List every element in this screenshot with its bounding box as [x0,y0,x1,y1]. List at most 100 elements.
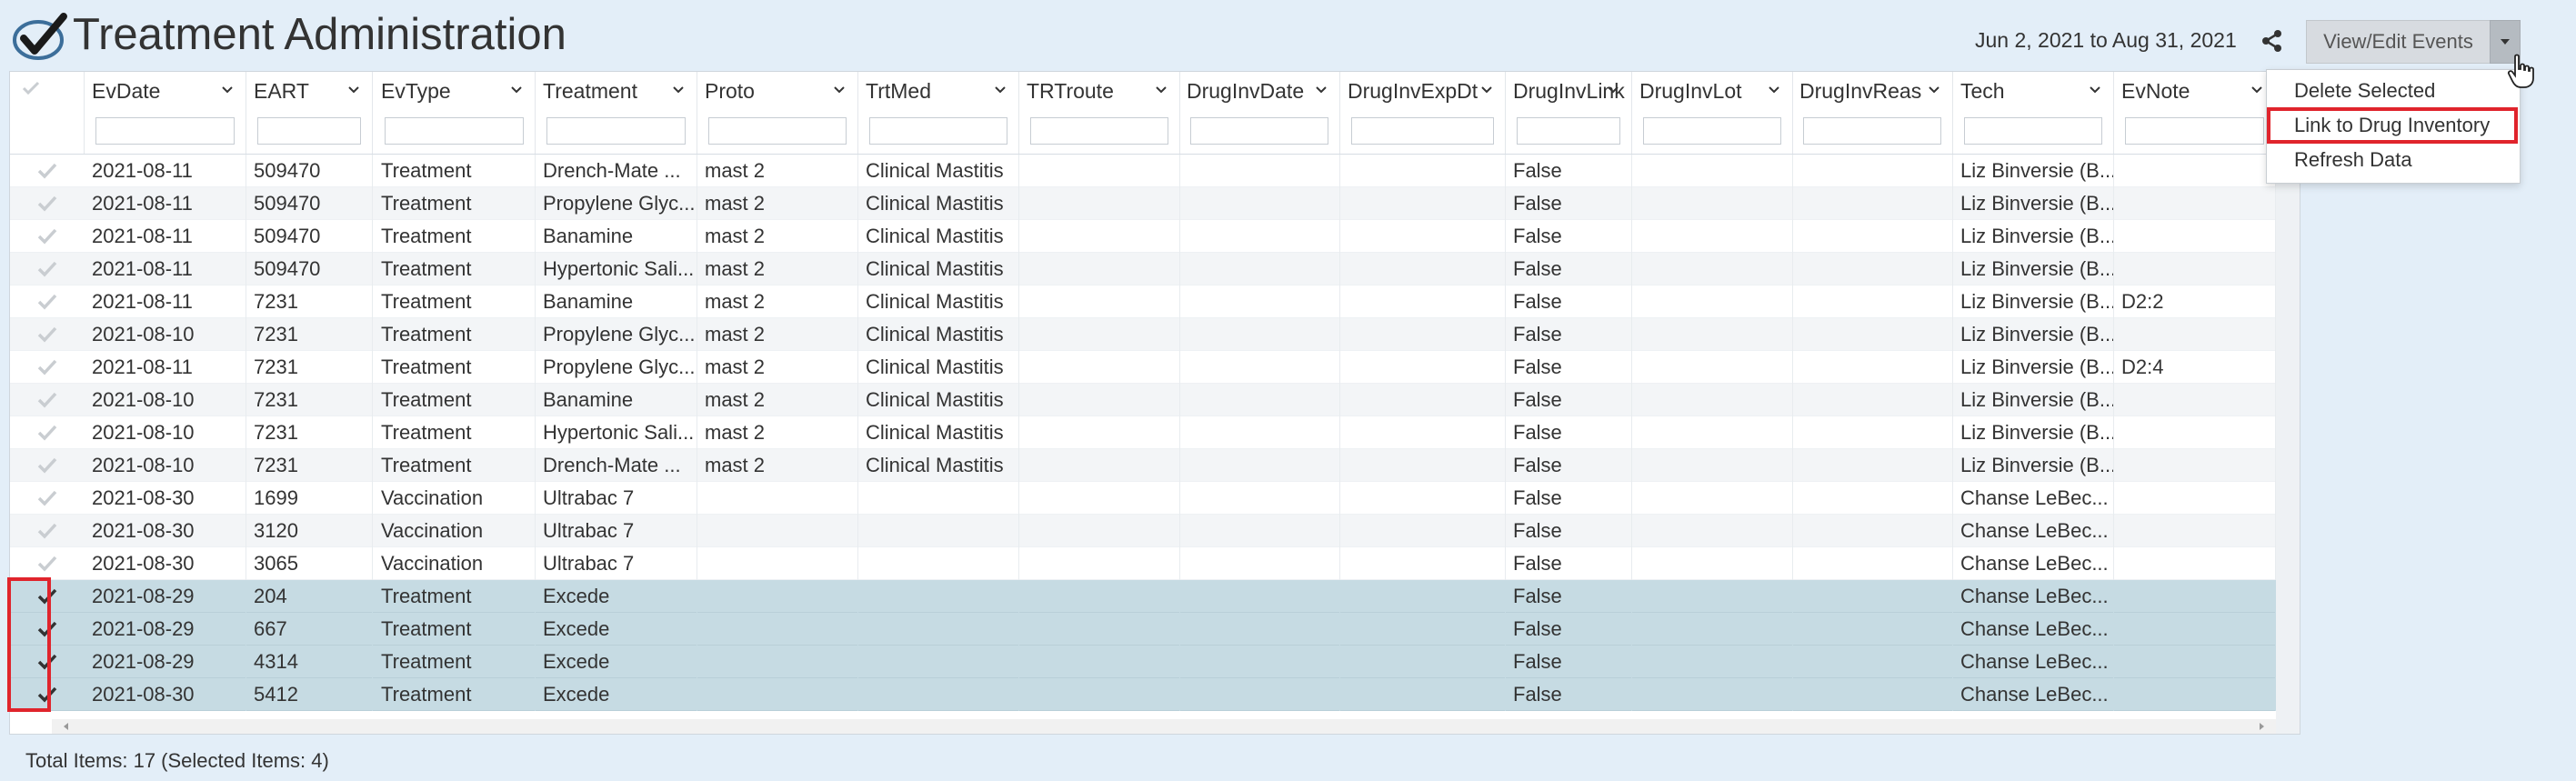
cell-evnote [2114,449,2276,482]
column-menu-chevron-icon[interactable] [220,85,235,95]
column-filter-input-tech[interactable] [1964,117,2102,145]
column-header-druginvdate[interactable]: DrugInvDate [1179,72,1340,154]
column-filter-input-evtype[interactable] [385,117,524,145]
row-select-checkbox[interactable] [10,155,85,187]
row-select-checkbox[interactable] [10,416,85,449]
cell-eart: 7231 [246,285,373,318]
row-select-checkbox[interactable] [10,285,85,318]
column-header-druginvexpdt[interactable]: DrugInvExpDt [1340,72,1506,154]
cell-druginvreas [1792,155,1953,187]
column-filter-input-druginvexpdt[interactable] [1351,117,1494,145]
column-menu-chevron-icon[interactable] [1314,85,1328,95]
column-menu-chevron-icon[interactable] [1479,85,1494,95]
table-row[interactable]: 2021-08-11 509470 Treatment Propylene Glyc.… [10,187,2276,220]
column-menu-chevron-icon[interactable] [832,85,847,95]
column-menu-chevron-icon[interactable] [1767,85,1781,95]
table-row[interactable]: 2021-08-11 509470 Treatment Banamine mast 2C… [10,220,2276,253]
table-row[interactable]: 2021-08-11 7231 Treatment Propylene Glyc...… [10,351,2276,384]
column-header-druginvreas[interactable]: DrugInvReas [1792,72,1953,154]
scroll-left-icon[interactable] [61,721,72,732]
column-filter-input-druginvreas[interactable] [1803,117,1941,145]
column-filter-input-druginvdate[interactable] [1190,117,1328,145]
table-row[interactable]: 2021-08-10 7231 Treatment Hypertonic Sali..… [10,416,2276,449]
table-row[interactable]: 2021-08-29 204 Treatment Excede False Chanse … [10,580,2276,613]
cell-evdate: 2021-08-30 [85,547,246,580]
column-filter-input-proto[interactable] [708,117,847,145]
column-menu-chevron-icon[interactable] [2250,85,2264,95]
table-row[interactable]: 2021-08-29 4314 Treatment Excede False Chanse… [10,646,2276,678]
column-menu-chevron-icon[interactable] [993,85,1007,95]
row-select-checkbox[interactable] [10,515,85,547]
cell-druginvreas [1792,547,1953,580]
table-row[interactable]: 2021-08-30 5412 Treatment Excede False Chanse… [10,678,2276,711]
highlight-link-to-drug-inventory [2267,107,2518,144]
column-header-evnote[interactable]: EvNote [2114,72,2276,154]
cell-treatment: Excede [536,580,697,613]
row-select-checkbox[interactable] [10,351,85,384]
events-grid: EvDate EART EvType Treatment Proto TrtMed TRTr… [9,71,2300,735]
column-header-druginvlink[interactable]: DrugInvLink [1506,72,1632,154]
table-row[interactable]: 2021-08-30 1699 Vaccination Ultrabac 7 False… [10,482,2276,515]
row-select-checkbox[interactable] [10,253,85,285]
column-header-tech[interactable]: Tech [1953,72,2114,154]
column-menu-chevron-icon[interactable] [1154,85,1168,95]
column-header-evdate[interactable]: EvDate [85,72,246,154]
column-filter-input-trtmed[interactable] [869,117,1007,145]
cell-druginvlot [1632,253,1793,285]
column-header-druginvlot[interactable]: DrugInvLot [1632,72,1793,154]
column-menu-chevron-icon[interactable] [346,85,361,95]
table-row[interactable]: 2021-08-10 7231 Treatment Propylene Glyc...… [10,318,2276,351]
column-filter-input-eart[interactable] [257,117,361,145]
cell-treatment: Excede [536,646,697,678]
row-select-checkbox[interactable] [10,318,85,351]
cell-druginvreas [1792,678,1953,711]
menu-item-delete-selected[interactable]: Delete Selected [2267,75,2520,107]
grid-header: EvDate EART EvType Treatment Proto TrtMed TRTr… [10,72,2276,155]
select-all-header[interactable] [10,72,85,154]
column-header-proto[interactable]: Proto [697,72,858,154]
column-filter-input-evdate[interactable] [95,117,235,145]
menu-item-refresh-data[interactable]: Refresh Data [2267,144,2520,176]
cell-druginvdate [1179,482,1340,515]
table-row[interactable]: 2021-08-11 7231 Treatment Banamine mast 2 Cli… [10,285,2276,318]
column-filter-input-druginvlot[interactable] [1643,117,1781,145]
view-edit-events-button[interactable]: View/Edit Events [2306,20,2490,64]
column-header-eart[interactable]: EART [246,72,373,154]
column-menu-chevron-icon[interactable] [1606,85,1620,95]
column-menu-chevron-icon[interactable] [1927,85,1941,95]
share-icon[interactable] [2259,27,2286,55]
table-row[interactable]: 2021-08-30 3120 Vaccination Ultrabac 7 False… [10,515,2276,547]
column-header-trtmed[interactable]: TrtMed [858,72,1019,154]
row-select-checkbox[interactable] [10,449,85,482]
column-filter-input-trtroute[interactable] [1030,117,1168,145]
column-filter-input-evnote[interactable] [2125,117,2264,145]
row-select-checkbox[interactable] [10,482,85,515]
table-row[interactable]: 2021-08-11 509470 Treatment Hypertonic Sali… [10,253,2276,285]
column-header-label: DrugInvLot [1639,79,1742,103]
column-menu-chevron-icon[interactable] [509,85,524,95]
column-filter-input-treatment[interactable] [546,117,686,145]
scroll-right-icon[interactable] [2256,721,2267,732]
column-menu-chevron-icon[interactable] [2088,85,2102,95]
cell-evdate: 2021-08-29 [85,646,246,678]
cell-druginvlot [1632,613,1793,646]
column-header-trtroute[interactable]: TRTroute [1019,72,1180,154]
cell-druginvlink: False [1506,155,1632,187]
cell-eart: 4314 [246,646,373,678]
horizontal-scrollbar[interactable] [52,719,2276,734]
column-menu-chevron-icon[interactable] [671,85,686,95]
date-range-label[interactable]: Jun 2, 2021 to Aug 31, 2021 [1975,25,2237,55]
column-header-treatment[interactable]: Treatment [536,72,697,154]
column-header-evtype[interactable]: EvType [374,72,536,154]
table-row[interactable]: 2021-08-11 509470 Treatment Drench-Mate ...… [10,155,2276,187]
column-header-label: EvType [381,79,451,103]
table-row[interactable]: 2021-08-10 7231 Treatment Banamine mast 2 Cli… [10,384,2276,416]
row-select-checkbox[interactable] [10,384,85,416]
row-select-checkbox[interactable] [10,547,85,580]
table-row[interactable]: 2021-08-30 3065 Vaccination Ultrabac 7 False… [10,547,2276,580]
column-filter-input-druginvlink[interactable] [1517,117,1620,145]
table-row[interactable]: 2021-08-10 7231 Treatment Drench-Mate ... ma… [10,449,2276,482]
row-select-checkbox[interactable] [10,187,85,220]
table-row[interactable]: 2021-08-29 667 Treatment Excede False Chanse … [10,613,2276,646]
row-select-checkbox[interactable] [10,220,85,253]
